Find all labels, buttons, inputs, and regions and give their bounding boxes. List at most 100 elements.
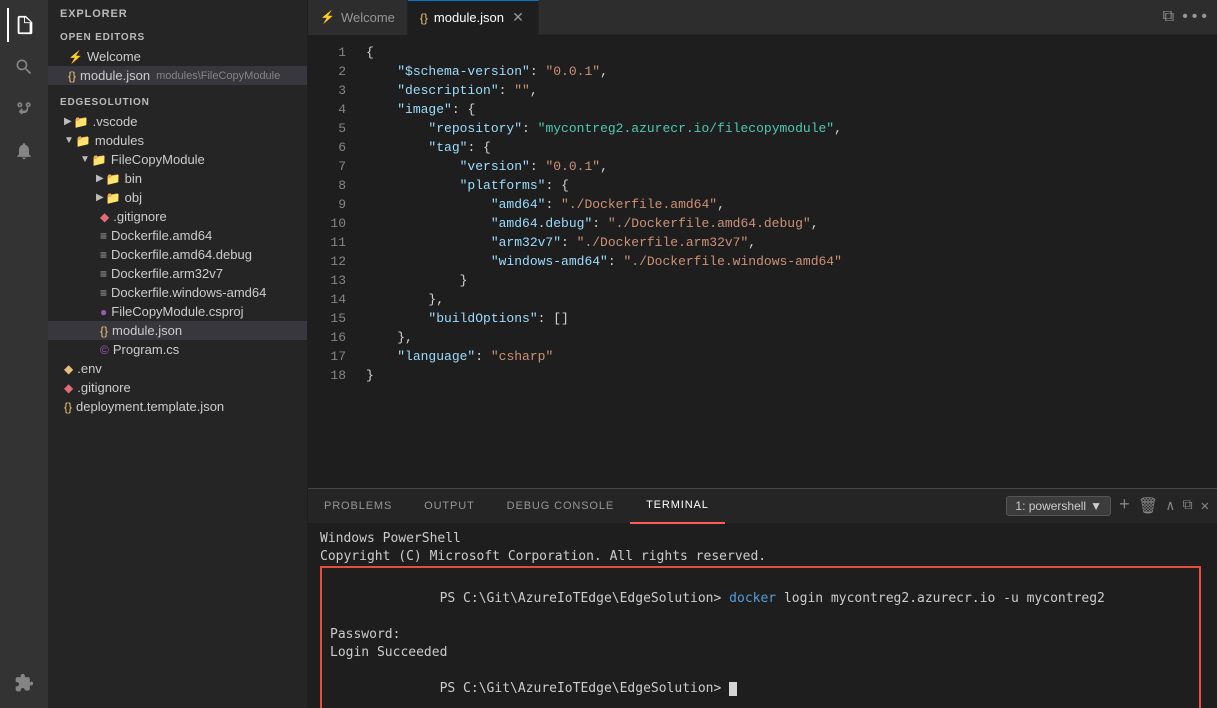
terminal-prompt1: PS C:\Git\AzureIoTEdge\EdgeSolution> bbox=[440, 591, 730, 606]
tree-item-module-json[interactable]: {} module.json bbox=[48, 321, 307, 340]
arrow-icon: ▼ bbox=[80, 154, 90, 165]
tab-module-json-label: module.json bbox=[434, 10, 504, 25]
source-control-icon[interactable] bbox=[7, 92, 41, 126]
tree-item-vscode[interactable]: ▶ 📁 .vscode bbox=[48, 112, 307, 131]
tree-item-dockerfile-amd64-debug[interactable]: ≡ Dockerfile.amd64.debug bbox=[48, 245, 307, 264]
sidebar: EXPLORER OPEN EDITORS ⚡ Welcome {} modul… bbox=[48, 0, 308, 708]
env-label: .env bbox=[77, 361, 102, 376]
files-icon[interactable] bbox=[7, 8, 41, 42]
tab-output[interactable]: OUTPUT bbox=[408, 489, 491, 524]
terminal-password-line: Password: bbox=[330, 626, 1191, 644]
tab-welcome[interactable]: ⚡ Welcome bbox=[308, 0, 408, 35]
dockerfile-arm32v7-label: Dockerfile.arm32v7 bbox=[111, 266, 223, 281]
json-icon: {} bbox=[68, 69, 76, 83]
line-numbers: 12345 678910 1112131415 161718 bbox=[308, 35, 358, 488]
dockerfile-windows-label: Dockerfile.windows-amd64 bbox=[111, 285, 266, 300]
tab-debug-console[interactable]: DEBUG CONSOLE bbox=[491, 489, 630, 524]
terminal-cmd-args: login mycontreg2.azurecr.io -u mycontreg… bbox=[776, 591, 1105, 606]
tab-terminal[interactable]: TERMINAL bbox=[630, 489, 725, 524]
csproj-icon: ● bbox=[100, 305, 107, 319]
filecopymodule-folder-label: FileCopyModule bbox=[111, 152, 205, 167]
close-panel-icon[interactable]: ✕ bbox=[1201, 498, 1209, 515]
tree-item-program-cs[interactable]: © Program.cs bbox=[48, 340, 307, 359]
terminal-line-header2: Copyright (C) Microsoft Corporation. All… bbox=[320, 548, 1205, 566]
dropdown-arrow-icon: ▼ bbox=[1090, 499, 1102, 513]
terminal-highlighted-section: PS C:\Git\AzureIoTEdge\EdgeSolution> doc… bbox=[320, 566, 1201, 708]
tree-item-dockerfile-arm32v7[interactable]: ≡ Dockerfile.arm32v7 bbox=[48, 264, 307, 283]
vscode-icon: ⚡ bbox=[68, 50, 83, 64]
editor-area: ⚡ Welcome {} module.json ✕ ⧉ ••• 12345 6… bbox=[308, 0, 1217, 708]
code-editor[interactable]: 12345 678910 1112131415 161718 { "$schem… bbox=[308, 35, 1217, 488]
tree-item-gitignore-inner[interactable]: ◆ .gitignore bbox=[48, 207, 307, 226]
folder-icon: 📁 bbox=[76, 134, 91, 148]
tree-item-csproj[interactable]: ● FileCopyModule.csproj bbox=[48, 302, 307, 321]
tree-item-filecopymodule[interactable]: ▼ 📁 FileCopyModule bbox=[48, 150, 307, 169]
folder-icon: 📁 bbox=[106, 191, 121, 205]
dockerfile-amd64-debug-label: Dockerfile.amd64.debug bbox=[111, 247, 252, 262]
tree-item-gitignore-root[interactable]: ◆ .gitignore bbox=[48, 378, 307, 397]
terminal-login-succeeded: Login Succeeded bbox=[330, 644, 1191, 662]
arrow-icon: ▶ bbox=[96, 192, 104, 203]
arrow-icon: ▶ bbox=[64, 116, 72, 127]
tab-close-button[interactable]: ✕ bbox=[510, 10, 526, 26]
dockerfile-icon: ≡ bbox=[100, 229, 107, 243]
panel-tabs: PROBLEMS OUTPUT DEBUG CONSOLE TERMINAL 1… bbox=[308, 489, 1217, 524]
chevron-up-icon[interactable]: ∧ bbox=[1166, 498, 1174, 515]
more-actions-icon[interactable]: ••• bbox=[1180, 8, 1209, 26]
explorer-title: EXPLORER bbox=[48, 0, 307, 24]
program-cs-label: Program.cs bbox=[113, 342, 179, 357]
open-editors-title: OPEN EDITORS bbox=[48, 24, 307, 47]
terminal-content[interactable]: Windows PowerShell Copyright (C) Microso… bbox=[308, 524, 1217, 708]
csproj-label: FileCopyModule.csproj bbox=[111, 304, 243, 319]
gitignore-root-icon: ◆ bbox=[64, 381, 73, 395]
arrow-icon: ▶ bbox=[96, 173, 104, 184]
panel-area: PROBLEMS OUTPUT DEBUG CONSOLE TERMINAL 1… bbox=[308, 488, 1217, 708]
new-terminal-icon[interactable]: + bbox=[1119, 496, 1130, 516]
open-editor-welcome-label: Welcome bbox=[87, 49, 141, 64]
code-lines: { "$schema-version": "0.0.1", "descripti… bbox=[358, 35, 1217, 488]
dockerfile-amd64-label: Dockerfile.amd64 bbox=[111, 228, 212, 243]
terminal-cmd-line: PS C:\Git\AzureIoTEdge\EdgeSolution> doc… bbox=[330, 572, 1191, 626]
panel-tab-actions: 1: powershell ▼ + 🗑 ∧ ⧉ ✕ bbox=[1006, 496, 1217, 516]
folder-icon: 📁 bbox=[92, 153, 107, 167]
dockerfile-windows-icon: ≡ bbox=[100, 286, 107, 300]
modules-folder-label: modules bbox=[95, 133, 144, 148]
tree-item-bin[interactable]: ▶ 📁 bin bbox=[48, 169, 307, 188]
arrow-icon: ▼ bbox=[64, 135, 74, 146]
env-icon: ◆ bbox=[64, 362, 73, 376]
gitignore-inner-label: .gitignore bbox=[113, 209, 166, 224]
search-icon[interactable] bbox=[7, 50, 41, 84]
terminal-cmd-docker: docker bbox=[729, 591, 776, 606]
tab-welcome-icon: ⚡ bbox=[320, 10, 335, 24]
tree-item-modules[interactable]: ▼ 📁 modules bbox=[48, 131, 307, 150]
tab-bar: ⚡ Welcome {} module.json ✕ ⧉ ••• bbox=[308, 0, 1217, 35]
tree-item-dockerfile-amd64[interactable]: ≡ Dockerfile.amd64 bbox=[48, 226, 307, 245]
tree-item-dockerfile-windows[interactable]: ≡ Dockerfile.windows-amd64 bbox=[48, 283, 307, 302]
activity-bar bbox=[0, 0, 48, 708]
terminal-prompt2-line: PS C:\Git\AzureIoTEdge\EdgeSolution> bbox=[330, 662, 1191, 708]
split-editor-icon[interactable]: ⧉ bbox=[1163, 8, 1174, 26]
split-terminal-icon[interactable]: ⧉ bbox=[1183, 498, 1193, 514]
vscode-folder-label: .vscode bbox=[93, 114, 138, 129]
extensions-icon[interactable] bbox=[7, 666, 41, 700]
tree-item-env[interactable]: ◆ .env bbox=[48, 359, 307, 378]
cs-icon: © bbox=[100, 343, 109, 357]
open-editor-module-json[interactable]: {} module.json modules\FileCopyModule bbox=[48, 66, 307, 85]
dockerfile-arm-icon: ≡ bbox=[100, 267, 107, 281]
obj-folder-label: obj bbox=[125, 190, 142, 205]
tab-module-json[interactable]: {} module.json ✕ bbox=[408, 0, 539, 35]
tree-item-deployment-template[interactable]: {} deployment.template.json bbox=[48, 397, 307, 416]
terminal-line-header1: Windows PowerShell bbox=[320, 530, 1205, 548]
delete-terminal-icon[interactable]: 🗑 bbox=[1138, 496, 1158, 516]
module-json-tree-label: module.json bbox=[112, 323, 182, 338]
terminal-prompt2: PS C:\Git\AzureIoTEdge\EdgeSolution> bbox=[440, 681, 730, 696]
terminal-dropdown[interactable]: 1: powershell ▼ bbox=[1006, 496, 1111, 516]
tab-bar-actions: ⧉ ••• bbox=[1163, 8, 1217, 26]
edgesolution-title: EDGESOLUTION bbox=[48, 89, 307, 112]
debug-icon[interactable] bbox=[7, 134, 41, 168]
open-editor-welcome[interactable]: ⚡ Welcome bbox=[48, 47, 307, 66]
tab-problems[interactable]: PROBLEMS bbox=[308, 489, 408, 524]
tree-item-obj[interactable]: ▶ 📁 obj bbox=[48, 188, 307, 207]
tab-welcome-label: Welcome bbox=[341, 10, 395, 25]
bin-folder-label: bin bbox=[125, 171, 142, 186]
